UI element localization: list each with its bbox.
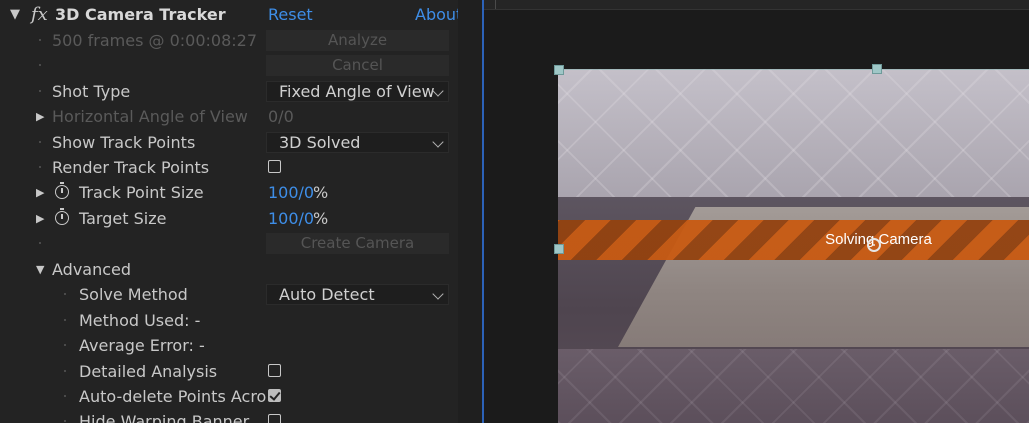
row-bullet	[64, 319, 66, 321]
effect-controls-panel: ▼ fx 3D Camera Tracker Reset About 500 f…	[0, 0, 458, 423]
expand-triangle-icon[interactable]: ▶	[36, 206, 44, 231]
auto-delete-checkbox[interactable]	[268, 389, 281, 402]
analyze-row: 500 frames @ 0:00:08:27 Analyze	[0, 28, 458, 53]
auto-delete-row: Auto-delete Points Acro	[0, 384, 458, 409]
shot-type-value: Fixed Angle of View	[279, 82, 435, 101]
row-bullet	[64, 395, 66, 397]
row-bullet	[39, 90, 41, 92]
row-bullet	[39, 166, 41, 168]
stopwatch-icon[interactable]	[55, 182, 69, 199]
row-bullet	[39, 141, 41, 143]
row-bullet	[64, 370, 66, 372]
hfov-value: 0/0	[268, 107, 294, 126]
render-track-points-row: Render Track Points	[0, 155, 458, 180]
frames-status: 500 frames @ 0:00:08:27	[52, 31, 258, 50]
layer-handle-top-center[interactable]	[872, 64, 882, 74]
row-bullet	[64, 420, 66, 422]
hide-warping-checkbox[interactable]	[268, 414, 281, 423]
target-size-unit: %	[313, 209, 329, 228]
row-bullet	[64, 344, 66, 346]
shot-type-dropdown[interactable]: Fixed Angle of View	[266, 81, 449, 102]
detailed-analysis-row: Detailed Analysis	[0, 359, 458, 384]
average-error-row: Average Error: -	[0, 333, 458, 358]
method-used-label: Method Used: -	[79, 311, 201, 330]
viewer-top-bar	[484, 0, 1029, 10]
panel-scrollbar[interactable]	[458, 0, 482, 423]
target-size-label: Target Size	[79, 209, 167, 228]
chevron-down-icon	[432, 288, 444, 300]
target-size-row: ▶ Target Size 100/0 %	[0, 206, 458, 231]
track-point-size-label: Track Point Size	[79, 183, 204, 202]
layer-handle-top-left[interactable]	[554, 65, 564, 75]
wallpaper-background	[558, 69, 1029, 199]
about-link[interactable]: About	[415, 2, 458, 27]
reset-link[interactable]: Reset	[268, 2, 313, 27]
render-track-points-label: Render Track Points	[52, 158, 210, 177]
render-track-points-checkbox[interactable]	[268, 160, 281, 173]
hide-warping-row: Hide Warping Banner	[0, 409, 458, 423]
effect-title: 3D Camera Tracker	[55, 5, 226, 24]
viewer-top-separator	[495, 0, 496, 9]
row-bullet	[39, 242, 41, 244]
method-used-row: Method Used: -	[0, 308, 458, 333]
shot-type-row: Shot Type Fixed Angle of View	[0, 79, 458, 104]
solve-method-dropdown[interactable]: Auto Detect	[266, 284, 449, 305]
track-point-size-value[interactable]: 100/0	[268, 180, 314, 205]
hfov-label: Horizontal Angle of View	[52, 107, 248, 126]
collapse-triangle-icon[interactable]: ▼	[10, 2, 20, 27]
average-error-label: Average Error: -	[79, 336, 205, 355]
chevron-down-icon	[432, 136, 444, 148]
stopwatch-icon[interactable]	[55, 208, 69, 225]
target-icon[interactable]	[867, 238, 881, 252]
layer-handle-middle-left[interactable]	[554, 244, 564, 254]
show-track-points-value: 3D Solved	[279, 133, 361, 152]
shot-type-label: Shot Type	[52, 82, 131, 101]
show-track-points-label: Show Track Points	[52, 133, 196, 152]
show-track-points-dropdown[interactable]: 3D Solved	[266, 132, 449, 153]
hide-warping-label: Hide Warping Banner	[79, 412, 250, 423]
detailed-analysis-label: Detailed Analysis	[79, 362, 218, 381]
auto-delete-label: Auto-delete Points Acro	[79, 387, 267, 406]
track-point-size-unit: %	[313, 183, 329, 202]
row-bullet	[39, 39, 41, 41]
cancel-button[interactable]: Cancel	[266, 55, 449, 76]
banner-text: Solving Camera	[825, 231, 932, 248]
row-bullet	[64, 293, 66, 295]
effect-header: ▼ fx 3D Camera Tracker Reset About	[0, 2, 458, 27]
show-track-points-row: Show Track Points 3D Solved	[0, 130, 458, 155]
row-bullet	[39, 64, 41, 66]
advanced-group[interactable]: ▼ Advanced	[0, 257, 458, 282]
composition-viewer[interactable]: Solving Camera	[484, 0, 1029, 423]
solve-method-label: Solve Method	[79, 285, 188, 304]
expand-triangle-icon[interactable]: ▶	[36, 180, 44, 205]
fx-icon: fx	[31, 4, 48, 25]
floor-pattern	[558, 349, 1029, 423]
solve-method-row: Solve Method Auto Detect	[0, 282, 458, 307]
advanced-label: Advanced	[52, 260, 132, 279]
expand-triangle-icon[interactable]: ▶	[36, 104, 44, 129]
detailed-analysis-checkbox[interactable]	[268, 364, 281, 377]
create-camera-button[interactable]: Create Camera	[266, 233, 449, 254]
footage-frame[interactable]: Solving Camera	[558, 69, 1029, 423]
track-point-size-row: ▶ Track Point Size 100/0 %	[0, 180, 458, 205]
create-camera-row: Create Camera	[0, 231, 458, 256]
collapse-triangle-icon[interactable]: ▼	[36, 257, 44, 282]
cancel-row: Cancel	[0, 53, 458, 78]
solve-method-value: Auto Detect	[279, 285, 375, 304]
target-size-value[interactable]: 100/0	[268, 206, 314, 231]
layer-bounds-top	[558, 69, 1029, 70]
hfov-row: ▶ Horizontal Angle of View 0/0	[0, 104, 458, 129]
analyze-button[interactable]: Analyze	[266, 30, 449, 51]
